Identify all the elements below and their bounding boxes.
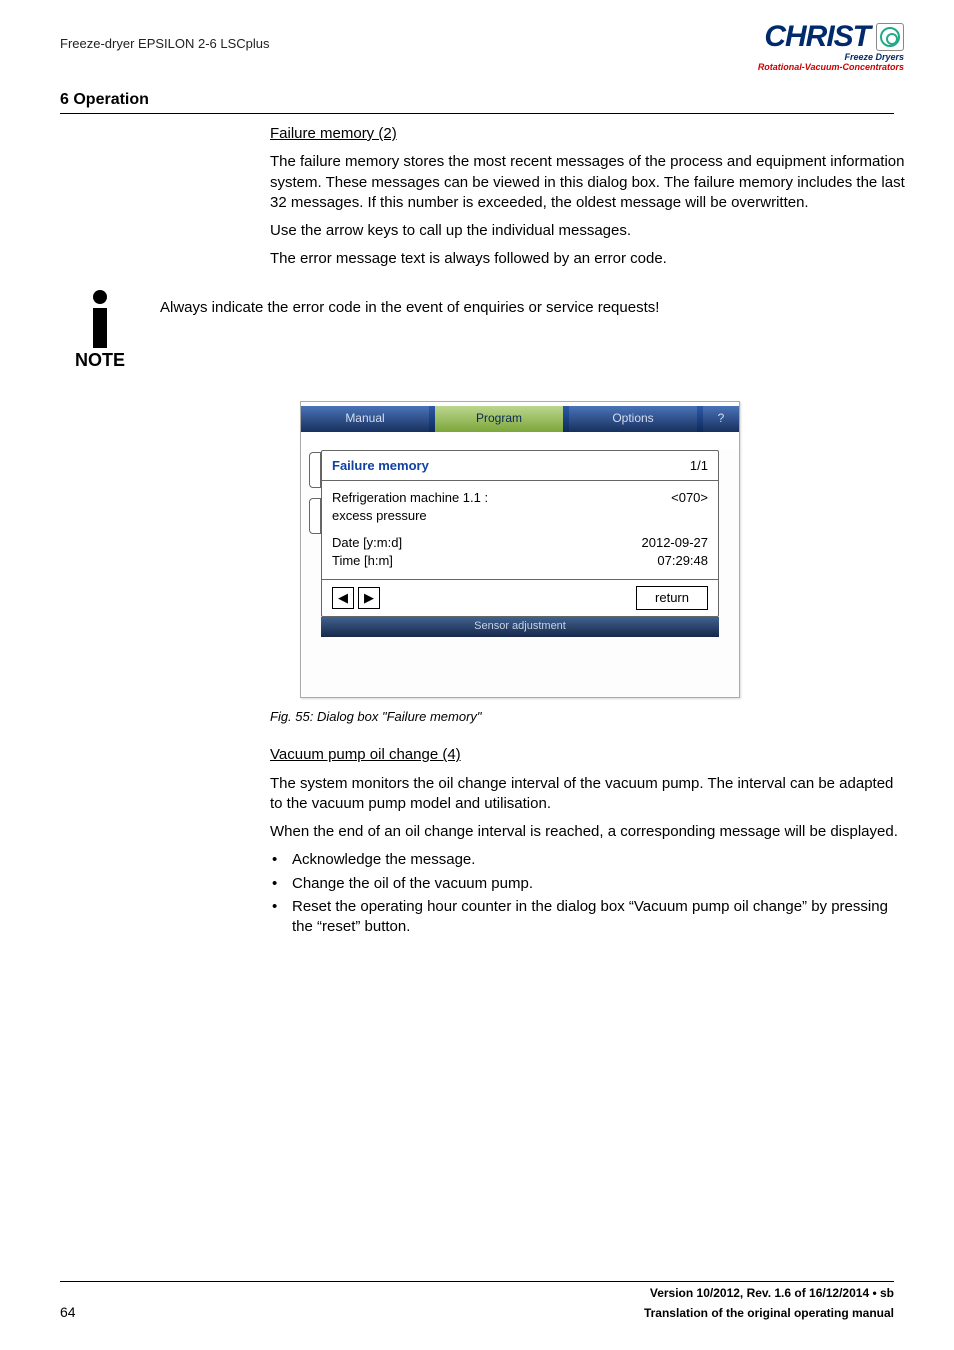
return-button[interactable]: return (636, 586, 708, 610)
tab-manual[interactable]: Manual (301, 406, 429, 432)
time-value: 07:29:48 (642, 552, 709, 570)
failure-memory-panel: Failure memory 1/1 Refrigeration machine… (321, 450, 719, 617)
side-tab-2[interactable] (309, 498, 321, 534)
list-item: Change the oil of the vacuum pump. (272, 874, 910, 894)
failure-memory-p3: The error message text is always followe… (270, 249, 910, 269)
prev-button[interactable]: ◀ (332, 587, 354, 609)
page-indicator: 1/1 (690, 457, 708, 475)
next-button[interactable]: ▶ (358, 587, 380, 609)
page-number: 64 (60, 1304, 76, 1320)
divider (60, 113, 894, 114)
brand-logo: CHRIST Freeze Dryers Rotational-Vacuum-C… (758, 20, 904, 72)
time-label: Time [h:m] (332, 552, 402, 570)
logo-subtitle-2: Rotational-Vacuum-Concentrators (758, 62, 904, 72)
section-heading: 6 Operation (60, 91, 894, 109)
date-value: 2012-09-27 (642, 534, 709, 552)
page-footer: 64 Version 10/2012, Rev. 1.6 of 16/12/20… (60, 1281, 894, 1320)
logo-text: CHRIST (764, 20, 870, 54)
note-block: NOTE Always indicate the error code in t… (60, 290, 894, 371)
footer-subtitle: Translation of the original operating ma… (644, 1306, 894, 1320)
note-label: NOTE (60, 350, 140, 371)
vacuum-bullets: Acknowledge the message. Change the oil … (270, 850, 910, 937)
vacuum-p1: The system monitors the oil change inter… (270, 774, 910, 815)
message-line-2: excess pressure (332, 507, 488, 525)
panel-title: Failure memory (332, 457, 429, 475)
vacuum-p2: When the end of an oil change interval i… (270, 822, 910, 842)
note-text: Always indicate the error code in the ev… (140, 290, 894, 318)
tab-options[interactable]: Options (569, 406, 697, 432)
list-item: Reset the operating hour counter in the … (272, 897, 910, 938)
spiral-icon (876, 23, 904, 51)
footer-version: Version 10/2012, Rev. 1.6 of 16/12/2014 … (644, 1286, 894, 1300)
side-tab-1[interactable] (309, 452, 321, 488)
failure-memory-heading: Failure memory (2) (270, 124, 910, 144)
failure-memory-dialog: Manual Program Options ? Failure memory … (300, 401, 740, 698)
date-label: Date [y:m:d] (332, 534, 402, 552)
tab-program[interactable]: Program (435, 406, 563, 432)
vacuum-heading: Vacuum pump oil change (4) (270, 745, 910, 765)
message-code: <070> (671, 489, 708, 524)
ghost-tab-sensor-adjustment[interactable]: Sensor adjustment (321, 617, 719, 637)
failure-memory-p1: The failure memory stores the most recen… (270, 152, 910, 213)
info-icon (60, 290, 140, 348)
tab-help[interactable]: ? (703, 406, 739, 432)
failure-memory-p2: Use the arrow keys to call up the indivi… (270, 221, 910, 241)
figure-caption: Fig. 55: Dialog box "Failure memory" (270, 708, 910, 726)
message-line-1: Refrigeration machine 1.1 : (332, 489, 488, 507)
list-item: Acknowledge the message. (272, 850, 910, 870)
